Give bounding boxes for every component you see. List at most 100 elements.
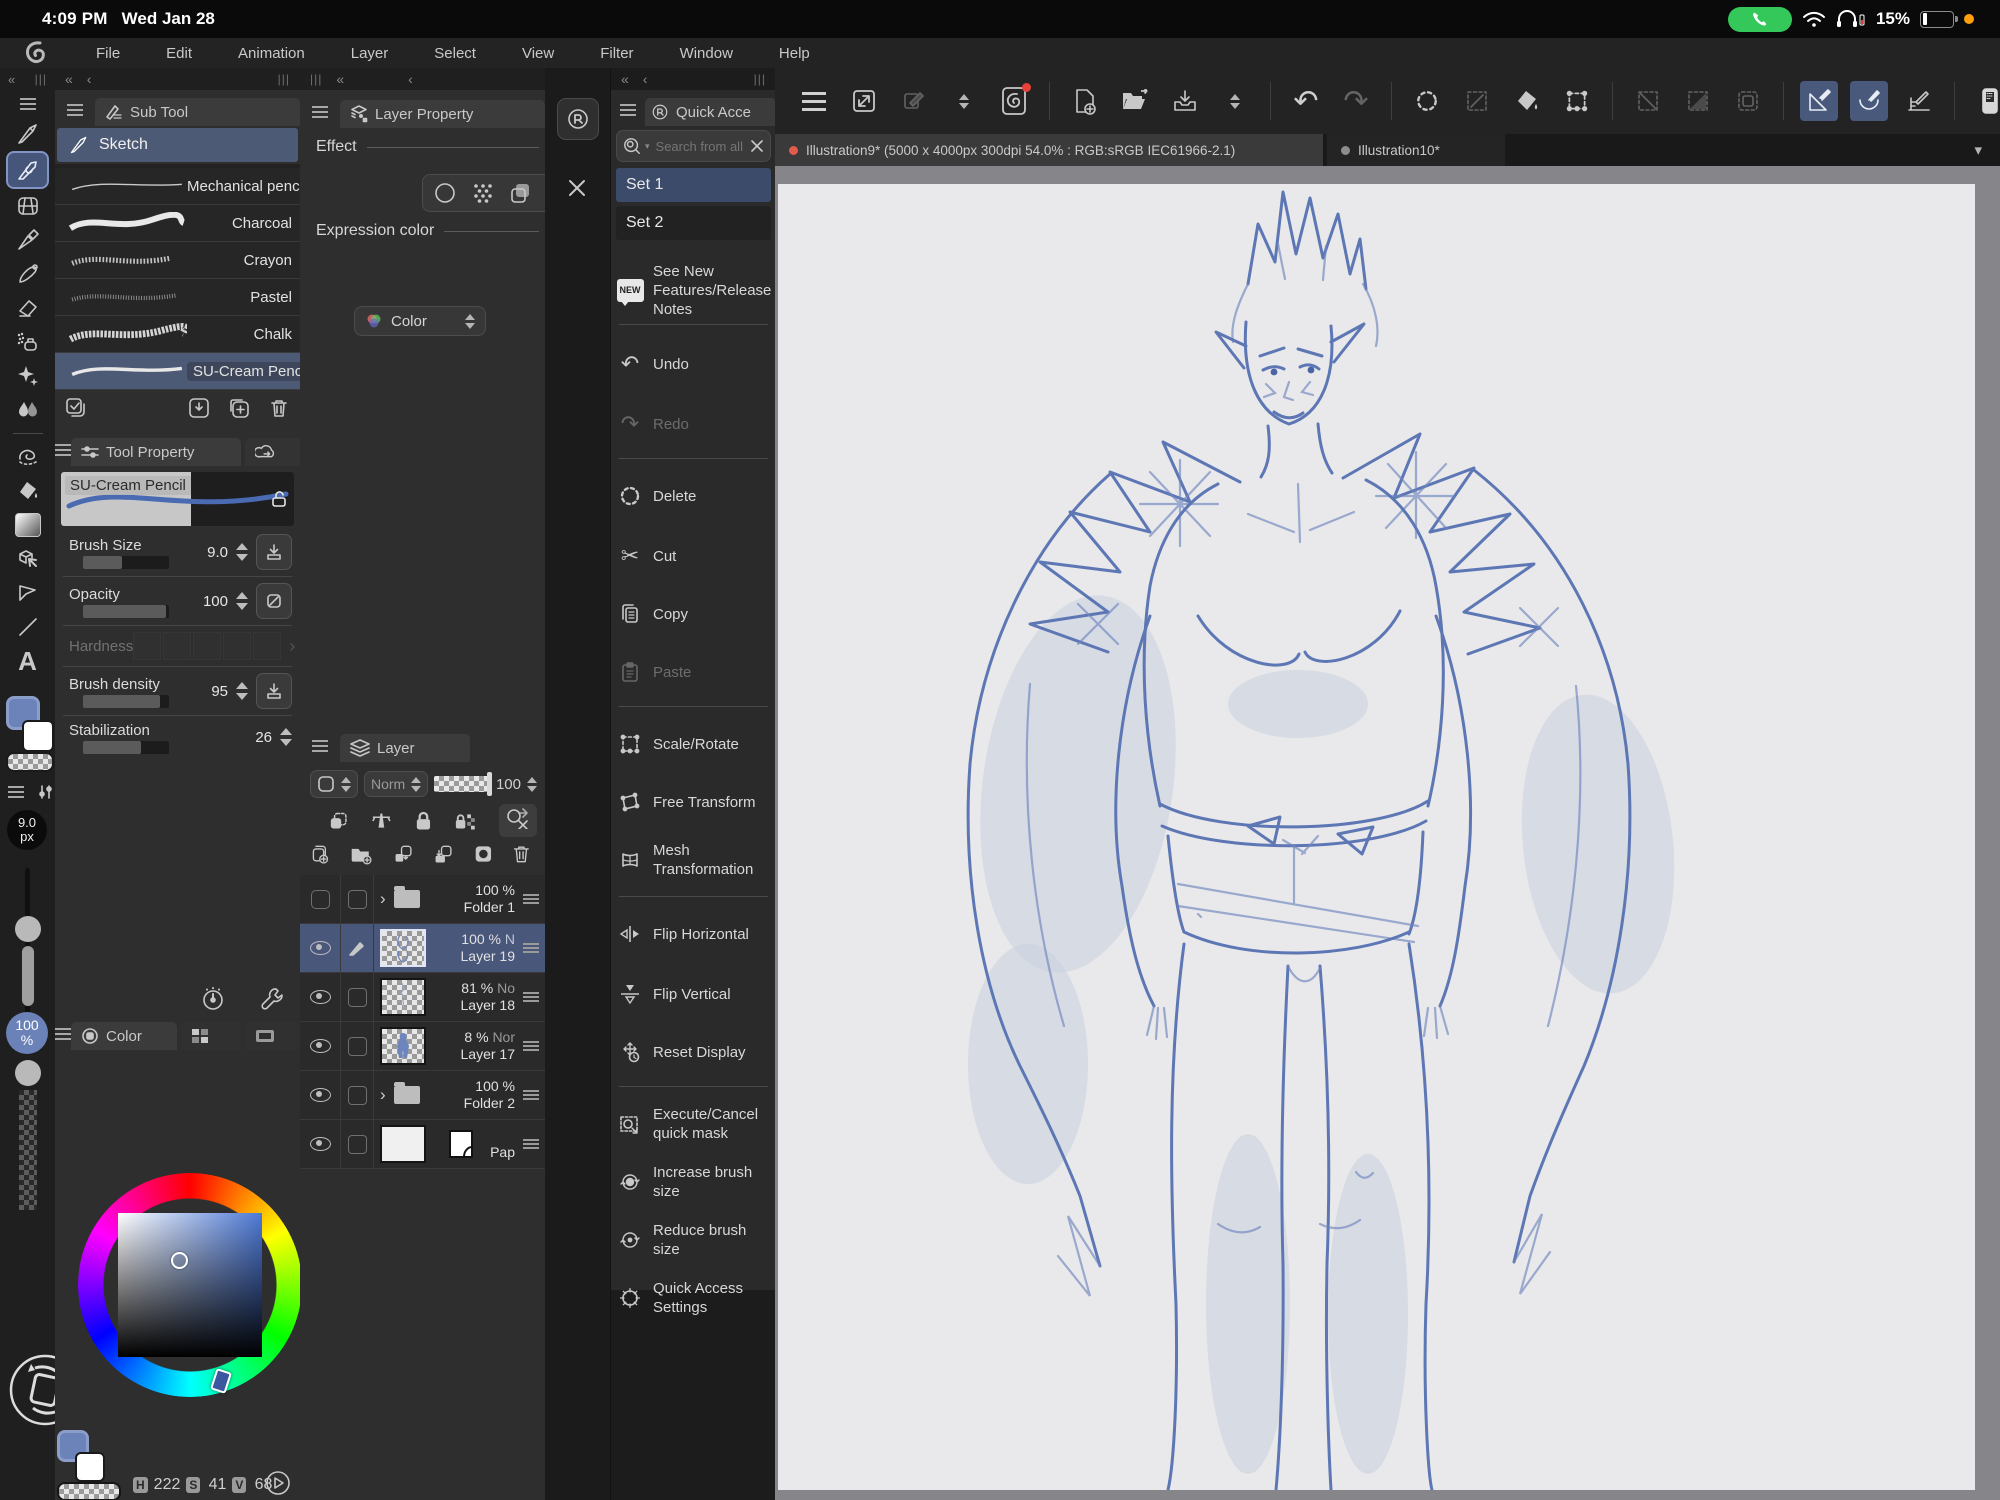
qa-item-flip-horizontal[interactable]: Flip Horizontal <box>617 912 772 956</box>
menu-edit[interactable]: Edit <box>166 45 192 62</box>
new-folder-icon[interactable] <box>350 842 373 866</box>
pen-pressure-button[interactable] <box>895 81 933 121</box>
layer-panel-menu-icon[interactable] <box>312 745 328 747</box>
tool-pen[interactable] <box>0 117 55 151</box>
density-minislider[interactable] <box>83 695 169 708</box>
transfer-to-layer-icon[interactable] <box>393 842 413 866</box>
visibility-eye-icon[interactable] <box>309 941 331 955</box>
qa-item-reset-display[interactable]: Reset Display <box>617 1030 772 1074</box>
snap-to-ruler-button[interactable] <box>1800 81 1838 121</box>
opacity-toggle-button[interactable] <box>256 583 292 619</box>
active-call-pill[interactable] <box>1727 6 1792 32</box>
layer-color-icon[interactable] <box>509 181 533 205</box>
menu-filter[interactable]: Filter <box>600 45 633 62</box>
tool-spray[interactable] <box>0 325 55 359</box>
clear-button[interactable] <box>1408 81 1446 121</box>
qa-item-paste[interactable]: Paste <box>617 650 772 694</box>
select-checkbox[interactable] <box>347 1036 367 1056</box>
qa-item-scale-rotate[interactable]: Scale/Rotate <box>617 722 772 766</box>
enable-mask-button[interactable] <box>499 804 537 837</box>
back-layerprop-icon[interactable]: ‹ <box>408 71 413 87</box>
tool-text[interactable]: A <box>0 644 55 678</box>
canvas-paper[interactable] <box>778 184 1975 1490</box>
color-set-tab[interactable] <box>181 1022 241 1050</box>
layer-row-layer18[interactable]: 81 % No Layer 18 <box>300 973 545 1022</box>
expand-chevron-icon[interactable]: › <box>380 889 386 909</box>
save-button[interactable] <box>1166 81 1204 121</box>
layer-tab[interactable]: Layer <box>340 734 470 762</box>
import-subtool-icon[interactable] <box>188 397 210 419</box>
qa-item-increase-brush[interactable]: Increase brush size <box>617 1160 772 1204</box>
merge-down-icon[interactable] <box>433 842 453 866</box>
opacity-stepper[interactable] <box>236 592 248 610</box>
layer-drag-handle[interactable] <box>523 947 539 949</box>
layer-opacity-stepper[interactable] <box>527 776 537 792</box>
canvas-area[interactable] <box>775 166 2000 1500</box>
delete-subtool-icon[interactable] <box>268 397 290 419</box>
tool-figure-sparkle[interactable] <box>0 359 55 393</box>
select-checkbox[interactable] <box>347 889 367 909</box>
density-preset-button[interactable] <box>256 673 292 709</box>
color-panel-menu-icon[interactable] <box>55 1033 71 1035</box>
lock-transparent-pixels-icon[interactable] <box>454 810 477 832</box>
color-history-icon[interactable] <box>265 1470 291 1496</box>
layer-drag-handle[interactable] <box>523 1143 539 1145</box>
back-icon[interactable]: ‹ <box>87 71 92 87</box>
stabilization-stepper[interactable] <box>280 728 292 746</box>
transform-button[interactable] <box>1558 81 1596 121</box>
qa-item-delete[interactable]: Delete <box>617 474 772 518</box>
secondary-color-mini[interactable] <box>75 1452 105 1482</box>
blend-mode-dropdown[interactable]: Norm <box>364 771 429 797</box>
brush-su-cream-pencil[interactable]: SU-Cream Pencil <box>55 353 315 390</box>
layer-drag-handle[interactable] <box>523 996 539 998</box>
multi-select-icon[interactable] <box>65 397 87 419</box>
layer-mask-icon[interactable] <box>474 842 493 866</box>
delete-layer-icon[interactable] <box>512 842 531 866</box>
qa-item-free-transform[interactable]: Free Transform <box>617 780 772 824</box>
tool-pastel[interactable] <box>0 189 55 223</box>
menu-layer[interactable]: Layer <box>351 45 389 62</box>
border-effect-icon[interactable] <box>433 181 457 205</box>
visibility-eye-icon[interactable] <box>309 990 331 1004</box>
menu-help[interactable]: Help <box>779 45 810 62</box>
snap-to-special-ruler-button[interactable] <box>1850 81 1888 121</box>
secondary-color-swatch[interactable] <box>22 720 54 752</box>
tool-lasso[interactable] <box>0 440 55 474</box>
fill-button[interactable] <box>1508 81 1546 121</box>
color-wheel-tab[interactable]: Color <box>71 1022 177 1050</box>
quick-access-float-button[interactable] <box>557 98 599 140</box>
palette-color-combo[interactable] <box>310 770 358 798</box>
qa-item-flip-vertical[interactable]: Flip Vertical <box>617 972 772 1016</box>
subtool-group-sketch[interactable]: Sketch <box>57 128 298 162</box>
unlock-icon[interactable] <box>270 490 288 508</box>
visibility-eye-icon[interactable] <box>309 1039 331 1053</box>
layer-drag-handle[interactable] <box>523 1045 539 1047</box>
transparent-color-swatch[interactable] <box>6 752 54 772</box>
search-scope-chevron-icon[interactable]: ▾ <box>645 141 650 152</box>
layer-row-folder2[interactable]: › 100 % Folder 2 <box>300 1071 545 1120</box>
frame-button[interactable] <box>1729 81 1767 121</box>
hardness-expand-icon[interactable]: › <box>289 636 295 657</box>
menu-animation[interactable]: Animation <box>238 45 305 62</box>
tool-fill[interactable] <box>0 474 55 508</box>
layerprop-tab[interactable]: Layer Property <box>340 100 545 128</box>
visibility-checkbox[interactable] <box>310 889 330 909</box>
expand-chevron-icon[interactable]: › <box>380 1085 386 1105</box>
tone-effect-icon[interactable] <box>471 181 495 205</box>
main-menu-button[interactable] <box>795 81 833 121</box>
brush-size-preset-button[interactable] <box>256 534 292 570</box>
brush-pastel[interactable]: Pastel <box>55 279 300 316</box>
qa-tab[interactable]: Quick Acce <box>645 98 776 126</box>
tool-figure[interactable] <box>0 576 55 610</box>
brush-size-stepper[interactable] <box>236 543 248 561</box>
tool-decoration[interactable] <box>0 257 55 291</box>
subtool-panel-menu-icon[interactable] <box>67 109 83 111</box>
collapse-layerprop-icon[interactable]: « <box>336 71 344 87</box>
qa-item-new-features[interactable]: NEW See New Features/Release Notes <box>616 262 772 319</box>
qa-set1[interactable]: Set 1 <box>616 168 771 202</box>
brush-size-slider-knob[interactable] <box>15 916 41 942</box>
toolbar-stepper-1[interactable] <box>945 81 983 121</box>
tool-blend[interactable] <box>0 393 55 427</box>
size-panel-menu-icon[interactable] <box>8 791 24 793</box>
snap-to-grid-button[interactable] <box>1900 81 1938 121</box>
